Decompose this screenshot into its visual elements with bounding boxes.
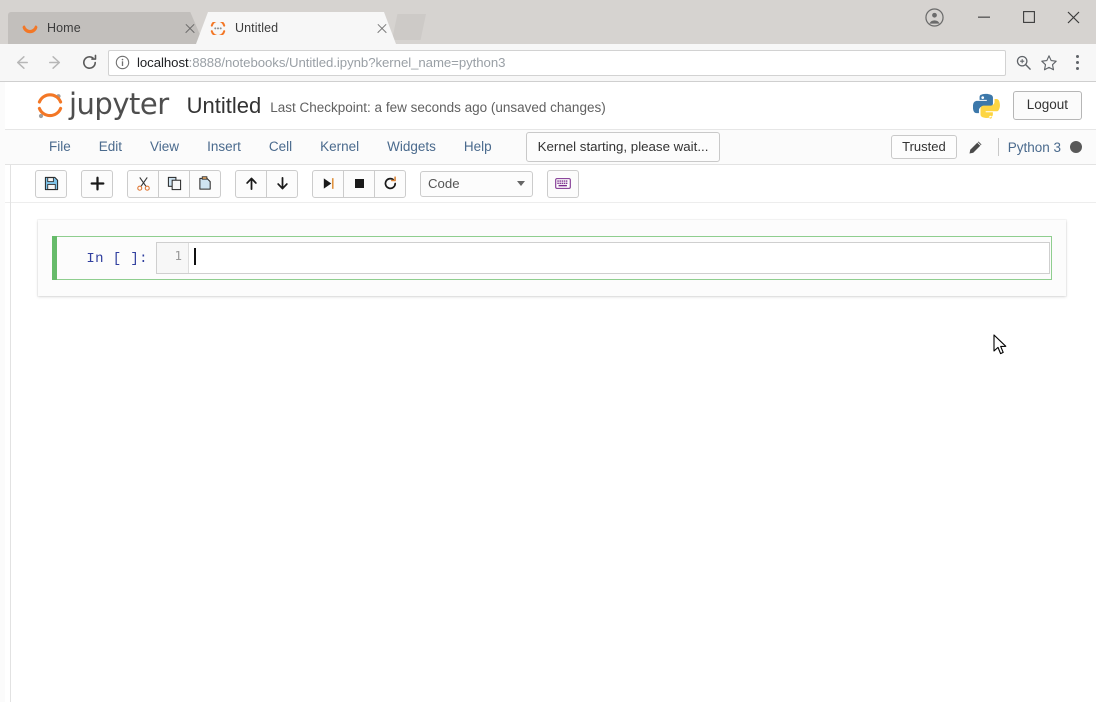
browser-tab-home[interactable]: Home [8, 12, 204, 44]
menu-item-help[interactable]: Help [450, 134, 506, 161]
cell-prompt: In [ ]: [57, 242, 156, 274]
text-caret [194, 248, 196, 265]
save-button[interactable] [35, 170, 67, 198]
jupyter-header: jupyter Untitled Last Checkpoint: a few … [5, 82, 1096, 129]
toolbar-group-celltype: Code [420, 171, 533, 197]
cut-cell-button[interactable] [127, 170, 159, 198]
jupyter-menubar: File Edit View Insert Cell Kernel Widget… [5, 129, 1096, 165]
menubar-right-group: Trusted Python 3 [891, 134, 1082, 160]
browser-tabstrip: Home Untitled [8, 0, 426, 44]
forward-arrow-icon[interactable] [38, 47, 72, 79]
toolbar-group-palette [547, 170, 579, 198]
jupyter-notebook-page: jupyter Untitled Last Checkpoint: a few … [0, 82, 1096, 702]
insert-cell-button[interactable] [81, 170, 113, 198]
address-bar[interactable]: localhost:8888/notebooks/Untitled.ipynb?… [108, 50, 1006, 76]
menu-item-kernel[interactable]: Kernel [306, 134, 373, 161]
browser-toolbar: localhost:8888/notebooks/Untitled.ipynb?… [0, 44, 1096, 82]
notebook-name[interactable]: Untitled [187, 95, 262, 117]
restart-kernel-button[interactable] [374, 170, 406, 198]
close-icon[interactable] [182, 20, 198, 36]
toolbar-group-clipboard [127, 170, 221, 198]
notebook-cell[interactable]: In [ ]: 1 [52, 236, 1052, 280]
cell-code-area[interactable] [189, 243, 1049, 273]
address-bar-host: localhost [137, 55, 189, 70]
jupyter-logo-icon [35, 91, 65, 121]
cell-code-editor[interactable]: 1 [156, 242, 1050, 274]
move-cell-down-button[interactable] [266, 170, 298, 198]
profile-avatar-icon[interactable] [911, 0, 957, 34]
checkpoint-status: Last Checkpoint: a few seconds ago (unsa… [270, 97, 605, 115]
browser-tab-untitled[interactable]: Untitled [196, 12, 396, 44]
cell-type-dropdown[interactable]: Code [420, 171, 533, 197]
run-cell-button[interactable] [312, 170, 344, 198]
toolbar-group-run [312, 170, 406, 198]
notebook-container: In [ ]: 1 [38, 220, 1066, 296]
mouse-cursor [993, 334, 1009, 357]
jupyter-toolbar: Code [5, 165, 1096, 203]
menu-item-insert[interactable]: Insert [193, 134, 255, 161]
kernel-busy-indicator[interactable] [1070, 141, 1082, 153]
browser-titlebar: Home Untitled [0, 0, 1096, 44]
new-tab-button[interactable] [392, 14, 426, 40]
browser-tab-title: Home [47, 21, 178, 35]
kernel-indicator-name[interactable]: Python 3 [1008, 140, 1061, 155]
menu-item-cell[interactable]: Cell [255, 134, 306, 161]
close-icon[interactable] [1051, 0, 1096, 34]
reload-icon[interactable] [72, 47, 106, 79]
bookmark-star-icon[interactable] [1036, 50, 1062, 76]
address-bar-url: localhost:8888/notebooks/Untitled.ipynb?… [137, 55, 999, 70]
pencil-icon[interactable] [961, 134, 991, 160]
jupyter-logo-text: jupyter [69, 90, 169, 119]
back-arrow-icon[interactable] [4, 47, 38, 79]
kernel-status-message: Kernel starting, please wait... [526, 132, 721, 161]
header-right-group: Logout [973, 91, 1082, 120]
python-logo-icon [973, 92, 1001, 120]
cell-type-value: Code [428, 176, 460, 191]
info-circle-icon[interactable] [115, 55, 130, 70]
page-left-edge [10, 82, 11, 702]
browser-tab-title: Untitled [235, 21, 370, 35]
jupyter-logo-icon [22, 20, 38, 36]
jupyter-logo[interactable]: jupyter [35, 90, 169, 121]
chevron-down-icon [517, 181, 525, 186]
paste-cell-button[interactable] [189, 170, 221, 198]
copy-cell-button[interactable] [158, 170, 190, 198]
address-bar-path: :8888/notebooks/Untitled.ipynb?kernel_na… [189, 55, 506, 70]
menu-item-view[interactable]: View [136, 134, 193, 161]
toolbar-group-insert [81, 170, 113, 198]
maximize-icon[interactable] [1006, 0, 1051, 34]
close-icon[interactable] [374, 20, 390, 36]
trusted-badge[interactable]: Trusted [891, 135, 957, 160]
toolbar-group-move [235, 170, 298, 198]
jupyter-busy-icon [210, 20, 226, 36]
menu-item-widgets[interactable]: Widgets [373, 134, 450, 161]
command-palette-button[interactable] [547, 170, 579, 198]
window-controls [911, 0, 1096, 34]
cell-line-number: 1 [157, 243, 189, 273]
toolbar-group-save [35, 170, 67, 198]
menu-item-edit[interactable]: Edit [85, 134, 136, 161]
three-dot-menu-icon[interactable] [1064, 49, 1090, 77]
menubar-divider [998, 138, 999, 156]
minimize-icon[interactable] [961, 0, 1006, 34]
menu-item-file[interactable]: File [35, 134, 85, 161]
zoom-magnifier-icon[interactable] [1010, 50, 1036, 76]
interrupt-kernel-button[interactable] [343, 170, 375, 198]
move-cell-up-button[interactable] [235, 170, 267, 198]
logout-button[interactable]: Logout [1013, 91, 1082, 120]
